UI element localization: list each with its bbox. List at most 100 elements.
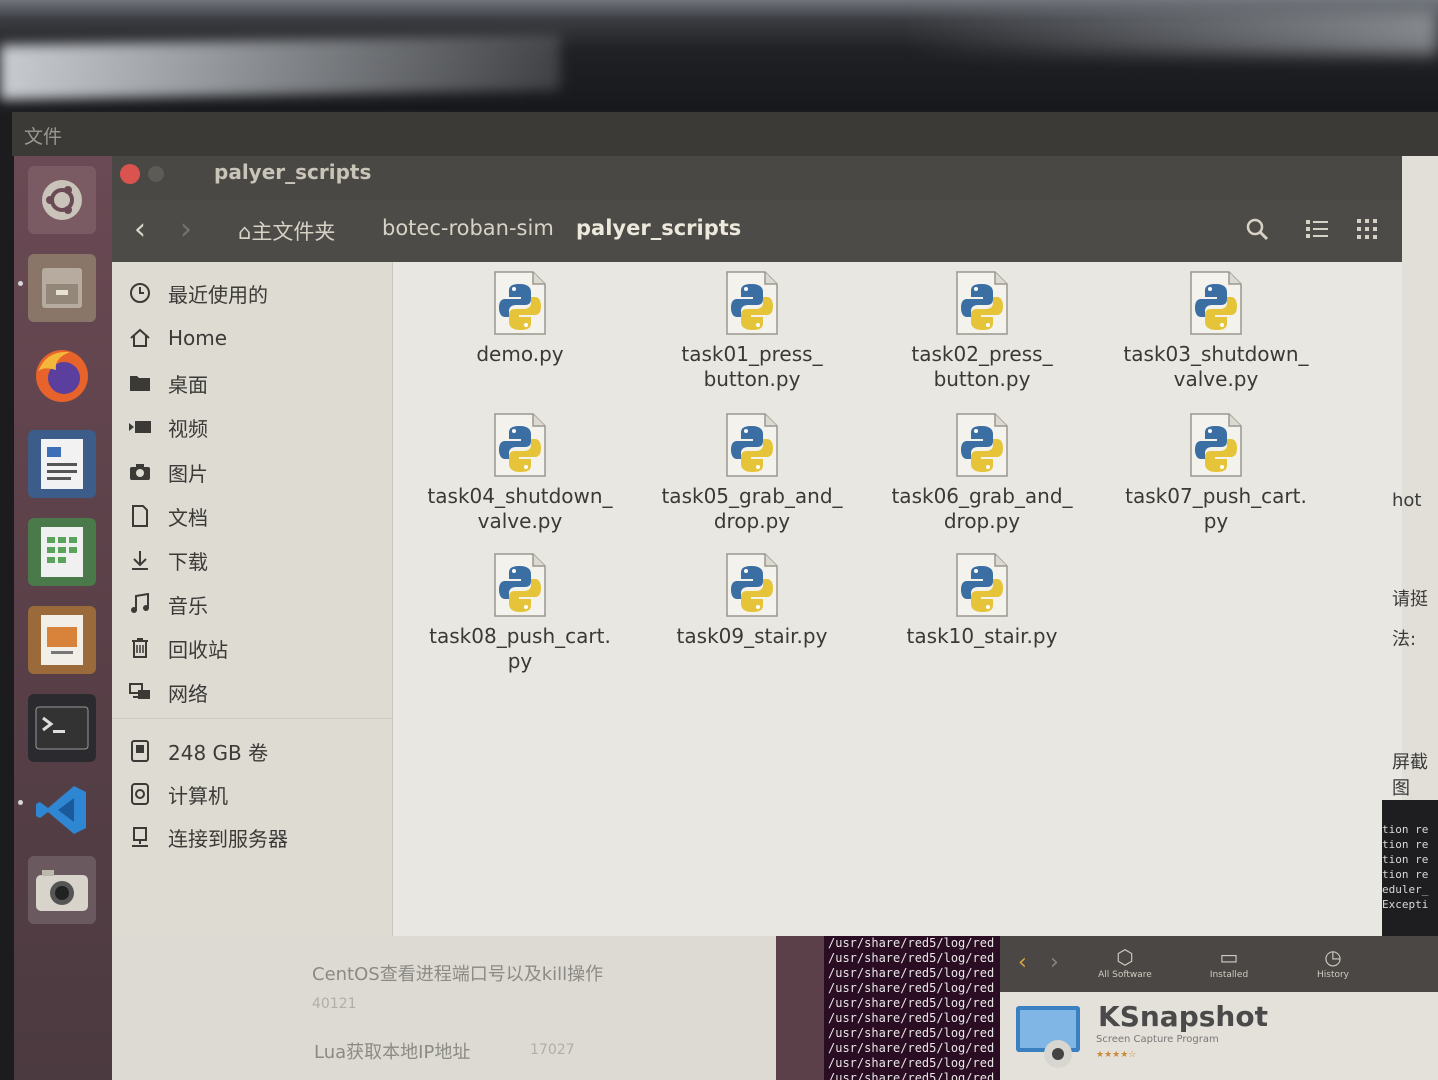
search-icon[interactable] xyxy=(1240,212,1274,246)
file-item[interactable]: task01_press_ button.py xyxy=(642,270,862,392)
sidebar-item-documents[interactable]: 文档 xyxy=(126,499,208,533)
file-item[interactable]: task05_grab_and_ drop.py xyxy=(642,412,862,534)
file-name: task04_shutdown_ valve.py xyxy=(427,484,613,533)
file-item[interactable]: task02_press_ button.py xyxy=(872,270,1092,392)
launcher-calc-button[interactable] xyxy=(28,518,96,586)
file-manager-window: palyer_scripts ‹ › ⌂主文件夹 botec-roban-sim… xyxy=(112,156,1402,936)
tab-installed[interactable]: ▭ Installed xyxy=(1184,944,1274,980)
file-grid: demo.py task01_press_ button.py task02_pre… xyxy=(393,262,1402,936)
breadcrumb-botec[interactable]: botec-roban-sim xyxy=(382,216,554,240)
file-name: task02_press_ button.py xyxy=(911,342,1053,391)
launcher-writer-button[interactable] xyxy=(28,430,96,498)
vscode-icon xyxy=(36,786,86,834)
sidebar-item-network[interactable]: 网络 xyxy=(126,675,208,709)
network-icon xyxy=(126,678,154,706)
list-view-icon[interactable] xyxy=(1300,212,1334,246)
music-icon xyxy=(126,590,154,618)
sidebar-item-recent[interactable]: 最近使用的 xyxy=(126,276,268,310)
python-file-icon xyxy=(726,271,778,335)
ksnapshot-app-icon xyxy=(1012,1002,1084,1072)
background-text: 请挺 xyxy=(1392,589,1428,610)
article-link[interactable]: CentOS查看进程端口号以及kill操作 xyxy=(312,960,603,986)
software-center-window: ‹ › ⬡ All Software ▭ Installed ◷ History KS… xyxy=(1000,936,1438,1080)
file-name: task08_push_cart. py xyxy=(429,624,611,673)
python-file-icon xyxy=(956,553,1008,617)
file-item[interactable]: task09_stair.py xyxy=(642,552,862,649)
file-item[interactable]: task06_grab_and_ drop.py xyxy=(872,412,1092,534)
sidebar-item-videos[interactable]: 视频 xyxy=(126,410,208,444)
places-sidebar: 最近使用的 Home 桌面 视频 图片 文档 下载 音乐 回收站 网络 248 … xyxy=(112,262,393,936)
sidebar-item-connect-server[interactable]: 连接到服务器 xyxy=(126,820,288,854)
python-file-icon xyxy=(1190,413,1242,477)
launcher-firefox-button[interactable] xyxy=(28,342,96,410)
running-indicator xyxy=(18,281,23,286)
launcher-vscode-button[interactable] xyxy=(28,776,96,844)
article-link[interactable]: Lua获取本地IP地址 xyxy=(314,1038,470,1064)
file-item[interactable]: task10_stair.py xyxy=(872,552,1092,649)
libreoffice-impress-icon xyxy=(41,615,83,665)
launcher-screenshot-button[interactable] xyxy=(28,856,96,924)
sidebar-item-trash[interactable]: 回收站 xyxy=(126,631,228,665)
toolbar: ‹ › ⌂主文件夹 botec-roban-sim palyer_scripts xyxy=(112,200,1402,262)
libreoffice-calc-icon xyxy=(41,527,83,577)
tab-history[interactable]: ◷ History xyxy=(1288,944,1378,980)
running-indicator xyxy=(18,800,23,805)
file-item[interactable]: task04_shutdown_ valve.py xyxy=(410,412,630,534)
file-name: task06_grab_and_ drop.py xyxy=(891,484,1073,533)
launcher-terminal-button[interactable] xyxy=(28,694,96,762)
sidebar-item-volume[interactable]: 248 GB 卷 xyxy=(126,734,268,768)
forward-arrow-icon[interactable]: › xyxy=(1050,950,1059,975)
rating-stars: ★★★★☆ xyxy=(1096,1050,1137,1060)
grid-view-icon[interactable] xyxy=(1350,212,1384,246)
file-name: task03_shutdown_ valve.py xyxy=(1123,342,1309,391)
file-cabinet-icon xyxy=(42,268,82,308)
launcher-files-button[interactable] xyxy=(28,254,96,322)
menu-file[interactable]: 文件 xyxy=(24,122,62,149)
sidebar-item-pictures[interactable]: 图片 xyxy=(126,455,208,489)
background-text: hot xyxy=(1392,490,1422,511)
window-titlebar: palyer_scripts xyxy=(112,156,1402,200)
background-terminal-window: /usr/share/red5/log/red /usr/share/red5/… xyxy=(824,936,1004,1080)
drive-icon xyxy=(126,737,154,765)
camera-icon xyxy=(126,458,154,486)
file-item[interactable]: demo.py xyxy=(410,270,630,367)
home-icon xyxy=(126,324,154,352)
monitor-icon: ▭ xyxy=(1219,945,1239,969)
tab-all-software[interactable]: ⬡ All Software xyxy=(1080,944,1170,980)
trash-icon xyxy=(126,634,154,662)
sidebar-item-music[interactable]: 音乐 xyxy=(126,587,208,621)
sidebar-item-computer[interactable]: 计算机 xyxy=(126,777,228,811)
screen-glare xyxy=(900,10,1438,55)
python-file-icon xyxy=(956,271,1008,335)
document-icon xyxy=(126,502,154,530)
computer-icon xyxy=(126,780,154,808)
launcher-strip xyxy=(776,936,824,1080)
forward-button[interactable]: › xyxy=(180,212,192,247)
file-item[interactable]: task03_shutdown_ valve.py xyxy=(1106,270,1326,392)
file-item[interactable]: task08_push_cart. py xyxy=(410,552,630,674)
file-name: task09_stair.py xyxy=(676,624,828,648)
sidebar-item-downloads[interactable]: 下载 xyxy=(126,543,208,577)
breadcrumb-home[interactable]: ⌂主文件夹 xyxy=(238,216,335,246)
python-file-icon xyxy=(726,553,778,617)
sidebar-item-home[interactable]: Home xyxy=(126,321,227,355)
python-file-icon xyxy=(1190,271,1242,335)
background-text: 屏截图 xyxy=(1392,752,1428,799)
launcher-impress-button[interactable] xyxy=(28,606,96,674)
file-item[interactable]: task07_push_cart. py xyxy=(1106,412,1326,534)
file-name: task05_grab_and_ drop.py xyxy=(661,484,843,533)
breadcrumb-current[interactable]: palyer_scripts xyxy=(576,216,741,240)
back-button[interactable]: ‹ xyxy=(134,212,146,247)
app-name[interactable]: KSnapshot xyxy=(1098,1000,1268,1033)
software-center-toolbar: ‹ › ⬡ All Software ▭ Installed ◷ History xyxy=(1000,936,1438,992)
window-minimize-button[interactable] xyxy=(148,166,164,182)
launcher-dash-button[interactable] xyxy=(28,166,96,234)
back-arrow-icon[interactable]: ‹ xyxy=(1018,950,1027,975)
server-icon xyxy=(126,823,154,851)
unity-launcher xyxy=(14,156,112,1080)
python-file-icon xyxy=(494,413,546,477)
sidebar-item-desktop[interactable]: 桌面 xyxy=(126,366,208,400)
app-subtitle: Screen Capture Program xyxy=(1096,1034,1219,1045)
window-title: palyer_scripts xyxy=(214,160,372,184)
window-close-button[interactable] xyxy=(120,164,140,184)
